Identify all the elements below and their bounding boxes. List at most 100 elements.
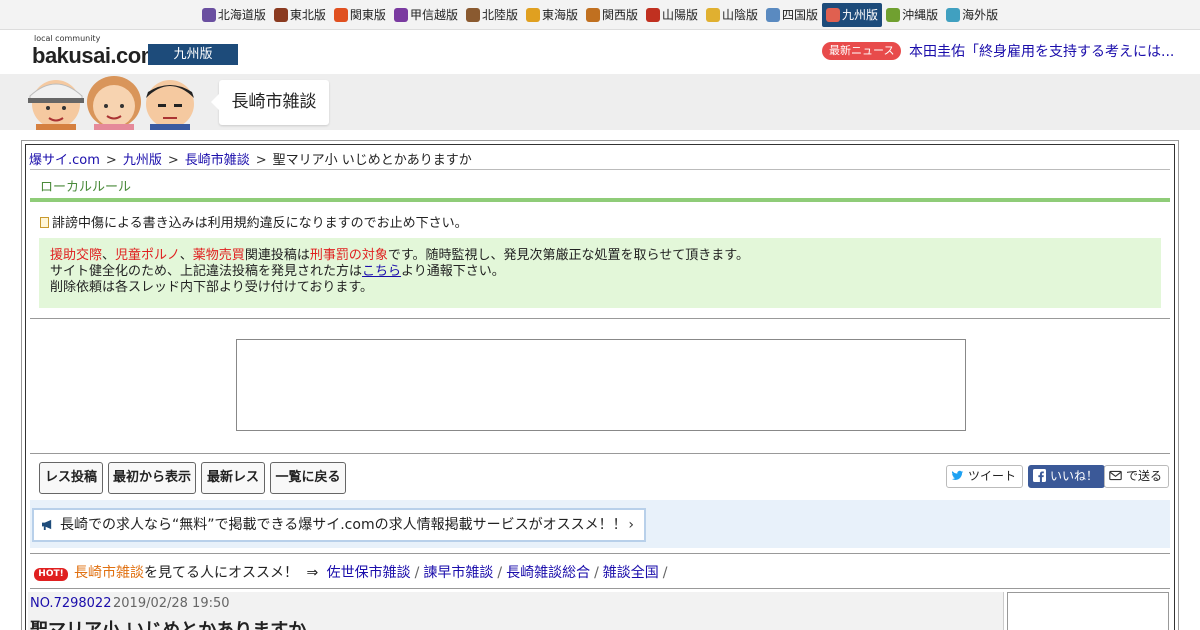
local-rule-bar xyxy=(30,198,1170,202)
takoyaki-icon xyxy=(585,7,600,22)
region-tab-3[interactable]: 甲信越版 xyxy=(390,3,462,27)
warning-term: 刑事罰の対象 xyxy=(309,248,388,263)
divider xyxy=(30,553,1170,554)
region-tab-11[interactable]: 沖縄版 xyxy=(882,3,942,27)
region-tab-7[interactable]: 山陽版 xyxy=(642,3,702,27)
breadcrumb-separator: > xyxy=(105,153,117,168)
region-tab-8[interactable]: 山陰版 xyxy=(702,3,762,27)
local-rule-title[interactable]: ローカルルール xyxy=(40,176,131,195)
region-tab-label: 山陽版 xyxy=(662,8,699,22)
post-reply-button[interactable]: レス投稿 xyxy=(39,462,103,494)
slash: / xyxy=(497,565,503,581)
post-number[interactable]: NO.7298022 xyxy=(30,596,111,611)
tohoku-icon xyxy=(273,7,288,22)
region-tab-10[interactable]: 九州版 xyxy=(822,2,883,27)
divider xyxy=(30,453,1170,454)
warning-text: サイト健全化のため、上記違法投稿を発見された方は xyxy=(50,264,363,279)
region-tab-label: 九州版 xyxy=(842,8,879,22)
breadcrumb: 爆サイ.com > 九州版 > 長崎市雑談 > 聖マリア小 いじめとかありますか xyxy=(29,149,472,168)
region-tab-label: 関西版 xyxy=(601,8,638,22)
warning-term: 児童ポルノ xyxy=(115,248,180,263)
region-tab-2[interactable]: 関東版 xyxy=(330,3,390,27)
warning-line-2: サイト健全化のため、上記違法投稿を発見された方はこちらより通報下さい。 xyxy=(50,264,1161,280)
region-tab-label: 東北版 xyxy=(289,8,326,22)
like-label: いいね！ xyxy=(1050,469,1099,483)
tweet-label: ツイート xyxy=(968,469,1017,483)
region-tab-6[interactable]: 関西版 xyxy=(582,3,642,27)
site-logo[interactable]: bakusai.com xyxy=(32,43,160,69)
region-tab-5[interactable]: 東海版 xyxy=(522,3,582,27)
recommend-link[interactable]: 雑談全国 xyxy=(603,565,659,581)
region-nav: 北海道版 東北版 関東版 甲信越版 北陸版 東海版 関西版 山陽版 山陰版 四国版 九州版 沖縄版 海外… xyxy=(0,0,1200,30)
breadcrumb-separator: > xyxy=(167,153,179,168)
recommend-link[interactable]: 長崎雑談総合 xyxy=(506,565,590,581)
facebook-like-button[interactable]: いいね！ xyxy=(1028,465,1106,488)
breadcrumb-home[interactable]: 爆サイ.com xyxy=(29,153,100,168)
breadcrumb-separator: > xyxy=(255,153,267,168)
latest-news-link[interactable]: 本田圭佑「終身雇用を支持する考えには... xyxy=(909,41,1174,61)
back-to-list-button[interactable]: 一覧に戻る xyxy=(270,462,346,494)
warning-text: より通報下さい。 xyxy=(401,264,505,279)
crab-icon xyxy=(706,7,721,22)
globe-icon xyxy=(946,7,961,22)
divider xyxy=(30,318,1170,319)
tweet-button[interactable]: ツイート xyxy=(946,465,1024,488)
document-icon xyxy=(40,217,49,228)
mail-icon xyxy=(1109,470,1122,481)
warning-term: 援助交際 xyxy=(50,248,103,263)
region-tab-label: 北海道版 xyxy=(217,8,266,22)
send-mail-button[interactable]: で送る xyxy=(1104,465,1170,488)
region-tab-1[interactable]: 東北版 xyxy=(270,3,330,27)
latest-replies-button[interactable]: 最新レス xyxy=(201,462,265,494)
board-title: 長崎市雑談 xyxy=(211,80,329,125)
gate-icon xyxy=(465,7,480,22)
region-tab-0[interactable]: 北海道版 xyxy=(198,3,270,27)
post-date: 2019/02/28 19:50 xyxy=(113,596,230,611)
show-from-start-button[interactable]: 最初から表示 xyxy=(108,462,196,494)
shachihoko-icon xyxy=(525,7,540,22)
comma: 、 xyxy=(102,248,116,263)
ad-slot[interactable] xyxy=(236,339,966,431)
board-banner: 長崎市雑談 xyxy=(0,74,1200,130)
send-label: で送る xyxy=(1126,469,1163,483)
region-tab-4[interactable]: 北陸版 xyxy=(462,3,522,27)
divider xyxy=(30,169,1170,170)
udon-icon xyxy=(766,7,781,22)
warning-line-3: 削除依頼は各スレッド内下部より受け付けております。 xyxy=(50,280,374,295)
arrow-icon: ⇒ xyxy=(306,565,319,581)
breadcrumb-region[interactable]: 九州版 xyxy=(123,153,162,168)
hot-badge: HOT! xyxy=(34,568,68,581)
recommend-link[interactable]: 諫早市雑談 xyxy=(423,565,493,581)
comma: 、 xyxy=(179,248,193,263)
region-tab-label: 関東版 xyxy=(349,8,386,22)
grape-icon xyxy=(393,7,408,22)
side-ad-slot[interactable] xyxy=(1007,592,1169,630)
job-promo-link[interactable]: 長崎での求人なら“無料”で掲載できる爆サイ.comの求人情報掲載サービスがオスス… xyxy=(32,508,646,542)
mascot-faces-icon xyxy=(28,76,194,130)
region-tab-12[interactable]: 海外版 xyxy=(942,3,1002,27)
castle-icon xyxy=(646,7,660,22)
logo-tagline: local community xyxy=(34,34,101,43)
tower-icon xyxy=(333,7,348,22)
mascot-characters xyxy=(22,74,197,130)
slash: / xyxy=(414,565,420,581)
region-tab-label: 甲信越版 xyxy=(409,8,458,22)
site-header: local community bakusai.com 九州版 最新ニュース 本… xyxy=(0,31,1200,74)
shisa-icon xyxy=(886,7,901,22)
divider xyxy=(30,588,1170,589)
region-tab-label: 沖縄版 xyxy=(902,8,939,22)
region-tab-9[interactable]: 四国版 xyxy=(762,3,822,27)
recommend-board[interactable]: 長崎市雑談 xyxy=(74,565,144,581)
region-tab-label: 四国版 xyxy=(782,8,819,22)
megaphone-icon xyxy=(42,519,52,530)
report-link[interactable]: こちら xyxy=(362,264,401,279)
region-tab-label: 北陸版 xyxy=(481,8,518,22)
breadcrumb-board[interactable]: 長崎市雑談 xyxy=(185,153,250,168)
warning-line-1: 援助交際、児童ポルノ、薬物売買関連投稿は刑事罰の対象です。随時監視し、発見次第厳… xyxy=(50,248,1161,264)
twitter-icon xyxy=(951,470,964,480)
slash: / xyxy=(662,565,668,581)
edition-badge[interactable]: 九州版 xyxy=(148,44,238,65)
notice-text: 誹謗中傷による書き込みは利用規約違反になりますのでお止め下さい。 xyxy=(52,216,468,231)
recommend-link[interactable]: 佐世保市雑談 xyxy=(327,565,411,581)
recommend-suffix: を見てる人にオススメ！ xyxy=(144,565,298,581)
